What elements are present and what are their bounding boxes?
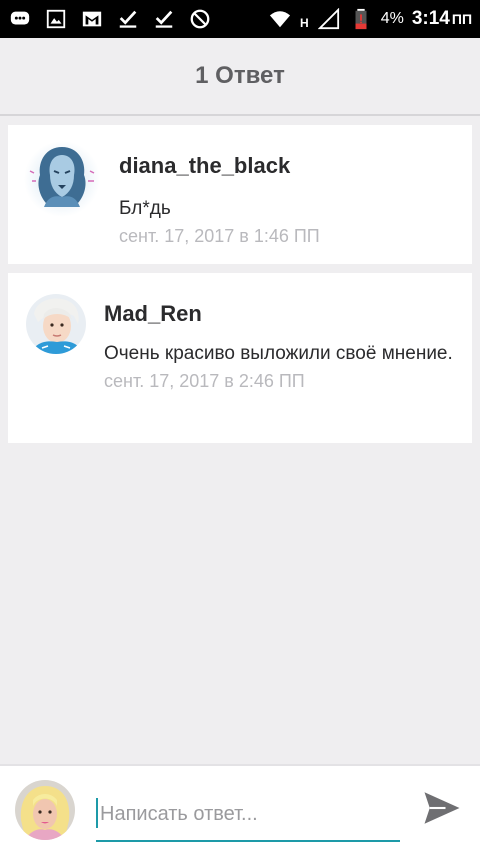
avatar[interactable] <box>24 141 100 217</box>
comment-body: Mad_Ren Очень красиво выложили своё мнен… <box>104 301 460 392</box>
system-icons: H 4% 3:14 ПП <box>268 7 472 31</box>
comment-author[interactable]: Mad_Ren <box>104 301 460 327</box>
comment-card[interactable]: diana_the_black Бл*дь сент. 17, 2017 в 1… <box>8 125 472 264</box>
comment-author[interactable]: diana_the_black <box>119 153 460 179</box>
user-avatar[interactable] <box>15 780 75 840</box>
reply-input-wrapper <box>96 792 400 842</box>
avatar[interactable] <box>26 294 86 354</box>
comment-date: сент. 17, 2017 в 1:46 ПП <box>119 226 320 246</box>
send-button[interactable] <box>418 784 466 832</box>
clock: 3:14 ПП <box>412 8 472 30</box>
check-icon <box>152 7 176 31</box>
do-not-disturb-icon <box>188 7 212 31</box>
comment-text: Бл*дь <box>119 198 171 219</box>
clock-ampm: ПП <box>451 11 472 27</box>
image-icon <box>44 7 68 31</box>
status-bar: H 4% 3:14 ПП <box>0 0 480 38</box>
message-icon <box>8 7 32 31</box>
network-type: H <box>300 16 309 30</box>
header: 1 Ответ <box>0 38 480 116</box>
send-icon <box>424 792 460 824</box>
check-icon <box>116 7 140 31</box>
battery-icon <box>349 7 373 31</box>
clock-time: 3:14 <box>411 8 450 29</box>
page-title: 1 Ответ <box>195 62 285 89</box>
text-caret <box>96 798 98 828</box>
gmail-icon <box>80 7 104 31</box>
comment-date: сент. 17, 2017 в 2:46 ПП <box>104 371 305 391</box>
notification-icons <box>8 7 212 31</box>
signal-icon <box>317 7 341 31</box>
comment-text: Очень красиво выложили своё мнение. <box>104 343 453 364</box>
comment-body: diana_the_black Бл*дь сент. 17, 2017 в 1… <box>119 153 460 247</box>
wifi-icon <box>268 7 292 31</box>
reply-input[interactable] <box>96 792 400 836</box>
battery-percent: 4% <box>380 10 404 27</box>
comment-card[interactable]: Mad_Ren Очень красиво выложили своё мнен… <box>8 273 472 443</box>
reply-bar <box>0 764 480 854</box>
